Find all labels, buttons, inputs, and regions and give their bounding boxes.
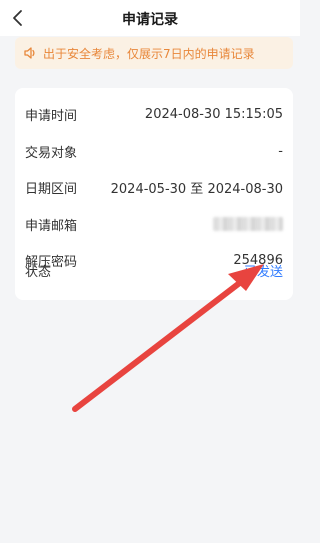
nav-bar: 申请记录 bbox=[0, 0, 300, 36]
status-badge: 已发送 bbox=[243, 264, 283, 280]
row-value: 2024-05-30 至 2024-08-30 bbox=[110, 181, 283, 197]
speaker-icon bbox=[24, 47, 35, 59]
row-label: 交易对象 bbox=[25, 145, 78, 161]
row-label: 申请时间 bbox=[25, 108, 78, 124]
row-label: 申请邮箱 bbox=[25, 218, 78, 234]
notice-text: 出于安全考虑，仅展示7日内的申请记录 bbox=[43, 46, 255, 61]
row-label: 日期区间 bbox=[25, 181, 78, 197]
row-label: 状态 bbox=[25, 264, 52, 280]
notice-banner: 出于安全考虑，仅展示7日内的申请记录 bbox=[15, 37, 293, 69]
row-value: - bbox=[278, 143, 283, 159]
page-title: 申请记录 bbox=[122, 12, 178, 28]
row-email: 申请邮箱 bbox=[25, 214, 283, 234]
row-value: 2024-08-30 15:15:05 bbox=[144, 106, 283, 122]
email-value-redacted bbox=[213, 217, 283, 231]
row-date-range: 日期区间 2024-05-30 至 2024-08-30 bbox=[25, 177, 283, 197]
row-apply-time: 申请时间 2024-08-30 15:15:05 bbox=[25, 104, 283, 124]
row-status: 状态 已发送 bbox=[25, 260, 283, 280]
row-counterparty: 交易对象 - bbox=[25, 141, 283, 161]
